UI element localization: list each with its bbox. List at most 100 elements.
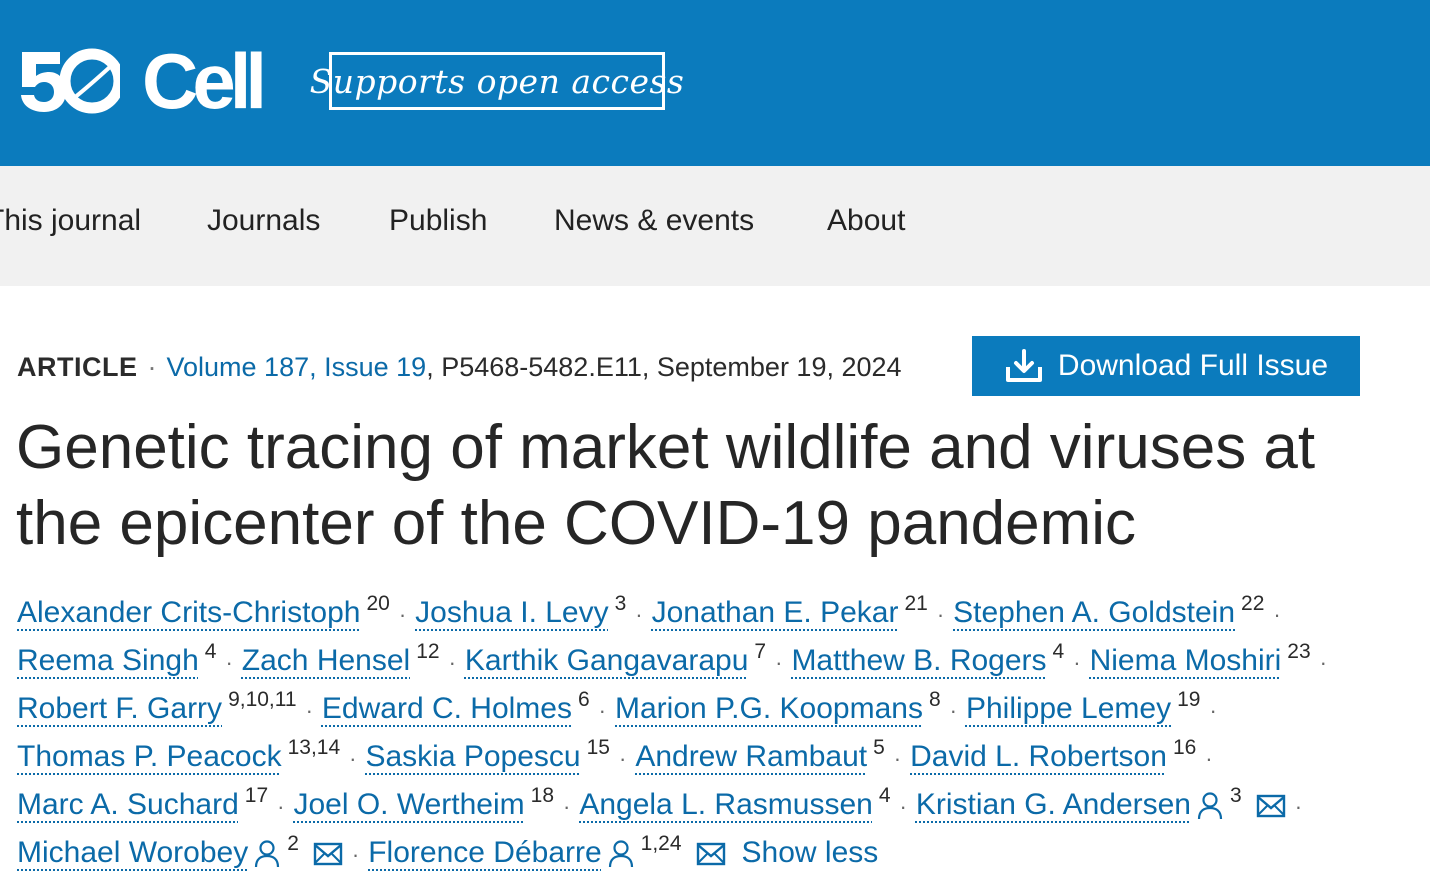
author-name-link[interactable]: Robert F. Garry — [17, 692, 222, 725]
author-name-link[interactable]: Alexander Crits-Christoph — [17, 596, 360, 629]
open-access-label: Supports open access — [309, 61, 685, 101]
article-title: Genetic tracing of market wildlife and v… — [16, 413, 1316, 558]
download-full-issue-button[interactable]: Download Full Issue — [972, 336, 1360, 396]
author-affiliation: 13,14 — [287, 736, 341, 759]
author-separator: · — [949, 698, 957, 723]
author-name-link[interactable]: Zach Hensel — [242, 644, 410, 677]
author-name-link[interactable]: Philippe Lemey — [966, 692, 1171, 725]
cell-wordmark: Cell — [142, 37, 267, 125]
author-entry: Marion P.G. Koopmans 8 — [615, 688, 941, 725]
author-list: Alexander Crits-Christoph 20 · Joshua I. Le… — [17, 580, 1427, 869]
author-name-link[interactable]: Joshua I. Levy — [415, 596, 608, 629]
corresponding-author-icon — [608, 840, 633, 868]
author-affiliation: 5 — [873, 736, 885, 759]
author-affiliation: 16 — [1172, 736, 1197, 759]
download-icon — [1005, 349, 1042, 382]
author-line: Michael Worobey 2 · Florence Débarre 1,24 Sho… — [17, 820, 1427, 869]
author-affiliation: 4 — [878, 784, 891, 807]
nav-journals[interactable]: Journals — [207, 204, 320, 238]
author-name-link[interactable]: Andrew Rambaut — [635, 740, 867, 773]
author-affiliation: 7 — [754, 640, 767, 663]
author-separator: · — [349, 746, 357, 771]
author-entry: Michael Worobey 2 — [17, 832, 343, 869]
download-label: Download Full Issue — [1057, 349, 1329, 382]
volume-issue-link[interactable]: Volume 187, Issue 19 — [167, 352, 427, 382]
article-type: ARTICLE — [17, 352, 138, 382]
author-entry: Edward C. Holmes 6 — [322, 688, 590, 725]
author-affiliation: 2 — [287, 832, 299, 855]
show-less-button[interactable]: Show less — [742, 836, 879, 869]
author-entry: Zach Hensel 12 — [242, 640, 440, 677]
author-separator: · — [448, 650, 456, 675]
author-name-link[interactable]: Stephen A. Goldstein — [953, 596, 1235, 629]
author-name-link[interactable]: David L. Robertson — [910, 740, 1167, 773]
nav-publish[interactable]: Publish — [389, 204, 487, 238]
author-entry: Philippe Lemey 19 — [966, 688, 1200, 725]
author-affiliation: 8 — [928, 688, 941, 711]
author-name-link[interactable]: Marion P.G. Koopmans — [615, 692, 923, 725]
site-header: Cell Supports open access — [0, 0, 1430, 166]
author-affiliation: 15 — [586, 736, 610, 759]
email-icon[interactable] — [1256, 794, 1286, 818]
author-separator: · — [563, 794, 571, 819]
nav-news-events[interactable]: News & events — [554, 204, 754, 238]
author-separator: · — [398, 602, 407, 627]
author-entry: Robert F. Garry 9,10,11 — [17, 688, 297, 725]
author-name-link[interactable]: Reema Singh — [17, 644, 199, 677]
author-affiliation: 18 — [530, 784, 554, 807]
author-separator: · — [598, 698, 606, 723]
author-entry: Karthik Gangavarapu 7 — [465, 640, 766, 677]
author-separator: · — [225, 650, 233, 675]
author-affiliation: 3 — [1230, 784, 1242, 807]
author-name-link[interactable]: Saskia Popescu — [365, 740, 580, 773]
author-separator: · — [1319, 650, 1327, 675]
author-entry: Alexander Crits-Christoph 20 — [17, 592, 390, 629]
author-separator: · — [899, 794, 907, 819]
author-affiliation: 6 — [577, 688, 590, 711]
author-entry: David L. Robertson 16 — [910, 736, 1196, 773]
author-name-link[interactable]: Karthik Gangavarapu — [465, 644, 749, 677]
author-entry: Niema Moshiri 23 — [1090, 640, 1311, 677]
main-nav: This journal Journals Publish News & eve… — [0, 166, 1430, 286]
author-name-link[interactable]: Niema Moshiri — [1090, 644, 1282, 677]
author-name-link[interactable]: Angela L. Rasmussen — [579, 788, 873, 821]
author-affiliation: 19 — [1177, 688, 1201, 711]
author-separator: · — [277, 794, 285, 819]
author-name-link[interactable]: Matthew B. Rogers — [791, 644, 1046, 677]
author-affiliation: 3 — [614, 592, 627, 615]
author-name-link[interactable]: Kristian G. Andersen — [916, 788, 1191, 821]
author-name-link[interactable]: Edward C. Holmes — [322, 692, 572, 725]
author-affiliation: 12 — [416, 640, 440, 663]
email-icon[interactable] — [313, 842, 343, 866]
author-affiliation: 23 — [1287, 640, 1311, 663]
author-separator: · — [893, 746, 902, 771]
author-separator: · — [1273, 602, 1281, 627]
author-affiliation: 22 — [1241, 592, 1265, 615]
author-name-link[interactable]: Marc A. Suchard — [17, 788, 239, 821]
nav-this-journal[interactable]: This journal — [0, 204, 141, 238]
email-icon[interactable] — [696, 842, 726, 866]
author-affiliation: 9,10,11 — [228, 688, 297, 711]
author-separator: · — [351, 842, 360, 867]
author-entry: Kristian G. Andersen 3 — [916, 784, 1286, 821]
article-meta: ARTICLE · Volume 187, Issue 19, P5468-5482… — [17, 352, 902, 383]
author-affiliation: 21 — [904, 592, 928, 615]
cell-logo[interactable]: Cell — [16, 37, 267, 125]
author-separator: · — [618, 746, 627, 771]
author-entry: Saskia Popescu 15 — [365, 736, 610, 773]
author-entry: Joshua I. Levy 3 — [415, 592, 626, 629]
author-name-link[interactable]: Thomas P. Peacock — [17, 740, 282, 773]
author-name-link[interactable]: Florence Débarre — [368, 836, 601, 869]
open-access-badge[interactable]: Supports open access — [310, 52, 684, 110]
author-line: Robert F. Garry 9,10,11 · Edward C. Holmes 6… — [17, 676, 1427, 725]
author-line: Marc A. Suchard 17 · Joel O. Wertheim 18 · Ang… — [17, 772, 1427, 821]
author-affiliation: 1,24 — [640, 832, 682, 855]
author-affiliation: 17 — [244, 784, 269, 807]
author-separator: · — [936, 602, 945, 627]
nav-about[interactable]: About — [827, 204, 905, 238]
author-name-link[interactable]: Michael Worobey — [17, 836, 248, 869]
author-name-link[interactable]: Joel O. Wertheim — [293, 788, 524, 821]
author-entry: Jonathan E. Pekar 21 — [652, 592, 928, 629]
author-separator: · — [1294, 794, 1303, 819]
author-name-link[interactable]: Jonathan E. Pekar — [652, 596, 899, 629]
